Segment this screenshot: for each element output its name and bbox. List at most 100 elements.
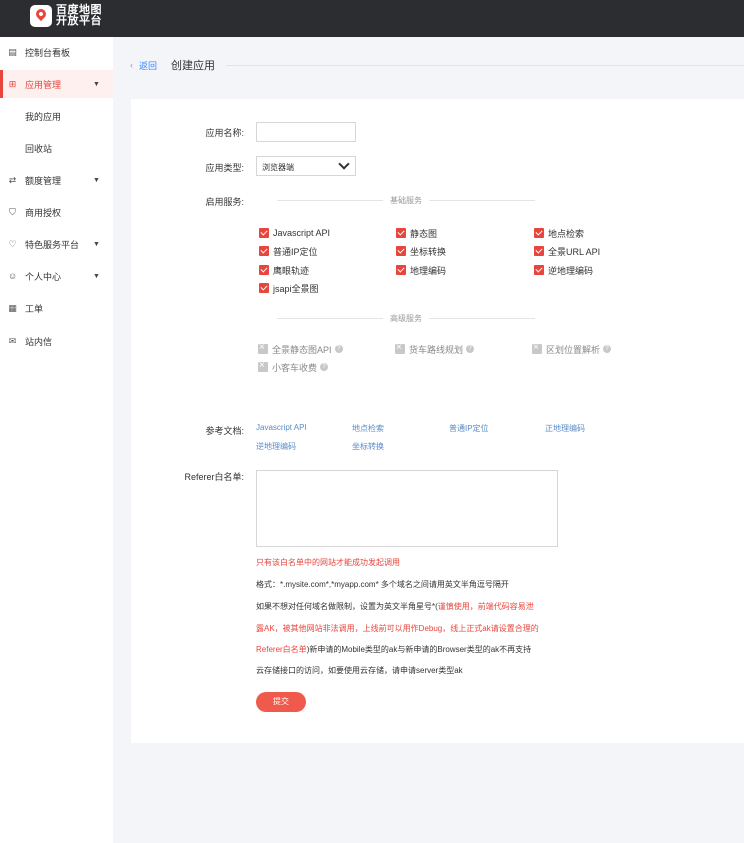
app-type-select[interactable]: 浏览器端 — [256, 156, 356, 176]
ticket-icon: ▦ — [8, 302, 17, 313]
service-checkbox-ip-location[interactable]: 普通IP定位 — [259, 245, 318, 257]
page-title: 创建应用 — [171, 60, 216, 72]
checkbox-checked-icon — [396, 246, 406, 256]
sidebar-item-label: 个人中心 — [25, 271, 62, 282]
back-link[interactable]: 返回 — [139, 59, 157, 72]
checkbox-disabled-icon — [395, 342, 405, 354]
sidebar-item-commercial-license[interactable]: ⛉ 商用授权 — [0, 198, 113, 226]
doc-link-javascript-api[interactable]: Javascript API — [256, 423, 307, 432]
checkbox-disabled-icon — [532, 342, 542, 354]
checkbox-checked-icon — [534, 228, 544, 238]
baidu-map-logo[interactable]: 百度地图 开放平台 — [30, 3, 102, 29]
service-checkbox-truck-routing: 货车路线规划 ? — [395, 342, 475, 355]
apps-grid-icon: ⊞ — [8, 78, 17, 89]
checkbox-checked-icon — [534, 246, 544, 256]
checkbox-checked-icon — [396, 265, 406, 275]
sidebar-item-app-management[interactable]: ⊞ 应用管理 ▼ — [0, 70, 113, 98]
sidebar-item-label: 应用管理 — [25, 79, 62, 90]
service-checkbox-jsapi-panorama[interactable]: jsapi全景图 — [259, 282, 319, 294]
caret-down-icon: ▼ — [93, 176, 100, 184]
service-checkbox-car-toll: 小客车收费 ? — [258, 360, 329, 373]
service-checkbox-static-map[interactable]: 静态图 — [396, 227, 437, 239]
docs-label: 参考文档: — [205, 426, 244, 436]
user-icon: ☺ — [8, 270, 18, 281]
advanced-services-divider: 高级服务 — [277, 313, 535, 323]
map-pin-icon — [30, 5, 52, 27]
sidebar-item-label: 站内信 — [25, 336, 53, 347]
service-checkbox-region-parsing: 区划位置解析 ? — [532, 342, 612, 355]
service-checkbox-reverse-geocoding[interactable]: 逆地理编码 — [534, 264, 593, 276]
checkbox-disabled-icon — [258, 342, 268, 354]
sidebar-item-personal-center[interactable]: ☺ 个人中心 ▼ — [0, 262, 113, 290]
caret-down-icon: ▼ — [93, 240, 100, 248]
wildcard-note-line2: 露AK，被其他网站非法调用，上线前可以用作Debug，线上正式ak请设置合理的 — [256, 624, 539, 633]
checkbox-checked-icon — [259, 246, 269, 256]
sidebar-item-label: 工单 — [25, 303, 44, 314]
referer-textarea[interactable] — [256, 470, 558, 547]
doc-link-geocoding[interactable]: 正地理编码 — [545, 423, 585, 434]
whitelist-note: 只有该白名单中的网站才能成功发起调用 — [256, 558, 400, 567]
service-checkbox-eagle-eye[interactable]: 鹰眼轨迹 — [259, 264, 309, 276]
sidebar-item-featured-services[interactable]: ♡ 特色服务平台 ▼ — [0, 230, 113, 258]
basic-services-divider: 基础服务 — [277, 195, 535, 205]
format-note: 格式：*.mysite.com*,*myapp.com* 多个域名之间请用英文半… — [256, 580, 509, 589]
doc-link-coord-convert[interactable]: 坐标转换 — [352, 441, 384, 452]
submit-button[interactable]: 提交 — [256, 692, 306, 712]
chevron-down-icon — [338, 158, 350, 170]
checkbox-checked-icon — [259, 283, 269, 293]
sidebar-item-recycle-bin[interactable]: 回收站 — [0, 134, 113, 162]
checkbox-checked-icon — [396, 228, 406, 238]
service-checkbox-panorama-url[interactable]: 全景URL API — [534, 245, 600, 257]
heart-icon: ♡ — [8, 238, 17, 249]
sidebar-item-label: 控制台看板 — [25, 47, 71, 58]
help-icon[interactable]: ? — [320, 363, 329, 371]
checkbox-checked-icon — [534, 265, 544, 275]
referer-label: Referer白名单: — [184, 472, 244, 482]
service-checkbox-javascript-api[interactable]: Javascript API — [259, 227, 330, 239]
service-checkbox-panorama-static-api: 全景静态图API ? — [258, 342, 343, 355]
app-name-input[interactable] — [256, 122, 356, 142]
service-checkbox-geocoding[interactable]: 地理编码 — [396, 264, 446, 276]
basic-services-title: 基础服务 — [390, 195, 422, 205]
sidebar-item-label: 回收站 — [25, 143, 53, 154]
help-icon[interactable]: ? — [603, 345, 612, 353]
service-checkbox-place-search[interactable]: 地点检索 — [534, 227, 584, 239]
breadcrumb-divider — [226, 65, 744, 66]
sidebar: ▤ 控制台看板 ⊞ 应用管理 ▼ 我的应用 回收站 ⇄ 额度管理 ▼ ⛉ 商用授… — [0, 37, 113, 843]
help-icon[interactable]: ? — [466, 345, 475, 353]
logo-line2: 开放平台 — [56, 15, 102, 27]
app-name-label: 应用名称: — [205, 128, 244, 138]
doc-link-place-search[interactable]: 地点检索 — [352, 423, 384, 434]
caret-down-icon: ▼ — [93, 272, 100, 280]
dashboard-icon: ▤ — [8, 46, 17, 57]
wildcard-note-line3: Referer白名单)新申请的Mobile类型的ak与新申请的Browser类型… — [256, 645, 532, 654]
checkbox-checked-icon — [259, 265, 269, 275]
sidebar-item-my-apps[interactable]: 我的应用 — [0, 102, 113, 130]
sidebar-item-messages[interactable]: ✉ 站内信 — [0, 327, 113, 355]
wildcard-note-line1: 如果不想对任何域名做限制，设置为英文半角星号*(谨慎使用，前端代码容易泄 — [256, 602, 534, 611]
sidebar-item-dashboard[interactable]: ▤ 控制台看板 — [0, 38, 113, 66]
services-label: 启用服务: — [205, 197, 244, 207]
chevron-left-icon: ‹ — [130, 60, 133, 70]
doc-link-reverse-geocoding[interactable]: 逆地理编码 — [256, 441, 296, 452]
help-icon[interactable]: ? — [334, 345, 343, 353]
sidebar-item-label: 我的应用 — [25, 111, 62, 122]
wildcard-note-line4: 云存储接口的访问，如要使用云存储，请申请server类型ak — [256, 666, 463, 675]
advanced-services-title: 高级服务 — [390, 313, 422, 323]
app-type-value: 浏览器端 — [262, 163, 294, 172]
app-type-label: 应用类型: — [205, 163, 244, 173]
sidebar-item-ticket[interactable]: ▦ 工单 — [0, 294, 113, 322]
caret-down-icon: ▼ — [93, 80, 100, 88]
sidebar-item-quota[interactable]: ⇄ 额度管理 ▼ — [0, 166, 113, 194]
sidebar-item-label: 商用授权 — [25, 207, 62, 218]
quota-icon: ⇄ — [8, 174, 17, 185]
checkbox-checked-icon — [259, 228, 269, 238]
doc-link-ip-location[interactable]: 普通IP定位 — [449, 423, 489, 434]
sidebar-item-label: 额度管理 — [25, 175, 62, 186]
service-checkbox-coord-convert[interactable]: 坐标转换 — [396, 245, 446, 257]
mail-icon: ✉ — [8, 335, 17, 346]
sidebar-item-label: 特色服务平台 — [25, 239, 80, 250]
breadcrumb: ‹ 返回 创建应用 — [130, 57, 215, 73]
shield-icon: ⛉ — [9, 206, 16, 217]
checkbox-disabled-icon — [258, 360, 268, 372]
